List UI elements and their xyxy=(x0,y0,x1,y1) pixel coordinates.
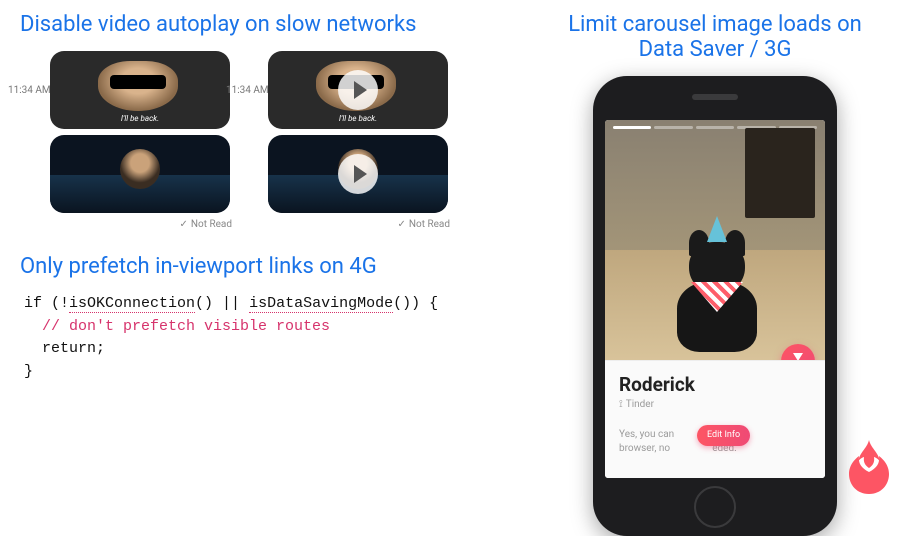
chat-examples: 11:34 AM I'll be back. ✓Not Read 11:34 A… xyxy=(50,51,520,230)
video-message-paused: I'll be back. xyxy=(268,51,448,129)
phone-mockup: Roderick ⟟ Tinder Yes, you can in your b… xyxy=(593,76,837,536)
read-status: ✓Not Read xyxy=(268,219,468,230)
video-message: I'll be back. xyxy=(50,51,230,129)
read-status: ✓Not Read xyxy=(50,219,250,230)
video-caption: I'll be back. xyxy=(50,114,230,123)
edit-info-button[interactable]: Edit Info xyxy=(697,425,750,446)
profile-name: Roderick xyxy=(619,373,811,396)
video-message-paused xyxy=(268,135,448,213)
check-icon: ✓ xyxy=(179,219,187,230)
phone-speaker xyxy=(692,94,738,100)
code-snippet: if (!isOKConnection() || isDataSavingMod… xyxy=(20,293,520,383)
video-message xyxy=(50,135,230,213)
play-icon[interactable] xyxy=(338,154,378,194)
heading-autoplay: Disable video autoplay on slow networks xyxy=(20,12,520,37)
dog-image xyxy=(669,224,765,352)
play-icon[interactable] xyxy=(338,70,378,110)
profile-snippet: Yes, you can in your browser, no eded. E… xyxy=(619,428,811,456)
heading-prefetch: Only prefetch in-viewport links on 4G xyxy=(20,254,520,279)
profile-card: Roderick ⟟ Tinder Yes, you can in your b… xyxy=(605,360,825,478)
profile-photo[interactable] xyxy=(605,120,825,360)
chat-col-autoplay: 11:34 AM I'll be back. ✓Not Read xyxy=(50,51,250,230)
home-button[interactable] xyxy=(694,486,736,528)
phone-screen: Roderick ⟟ Tinder Yes, you can in your b… xyxy=(605,120,825,478)
heading-carousel: Limit carousel image loads on Data Saver… xyxy=(520,12,910,62)
timestamp: 11:34 AM xyxy=(8,85,51,96)
party-hat-icon xyxy=(707,216,727,242)
check-icon: ✓ xyxy=(397,219,405,230)
profile-source: ⟟ Tinder xyxy=(619,399,811,410)
video-caption: I'll be back. xyxy=(268,114,448,123)
tinder-flame-icon xyxy=(846,440,892,494)
timestamp: 11:34 AM xyxy=(226,85,269,96)
link-icon: ⟟ xyxy=(619,399,623,410)
chat-col-no-autoplay: 11:34 AM I'll be back. ✓Not Read xyxy=(268,51,468,230)
